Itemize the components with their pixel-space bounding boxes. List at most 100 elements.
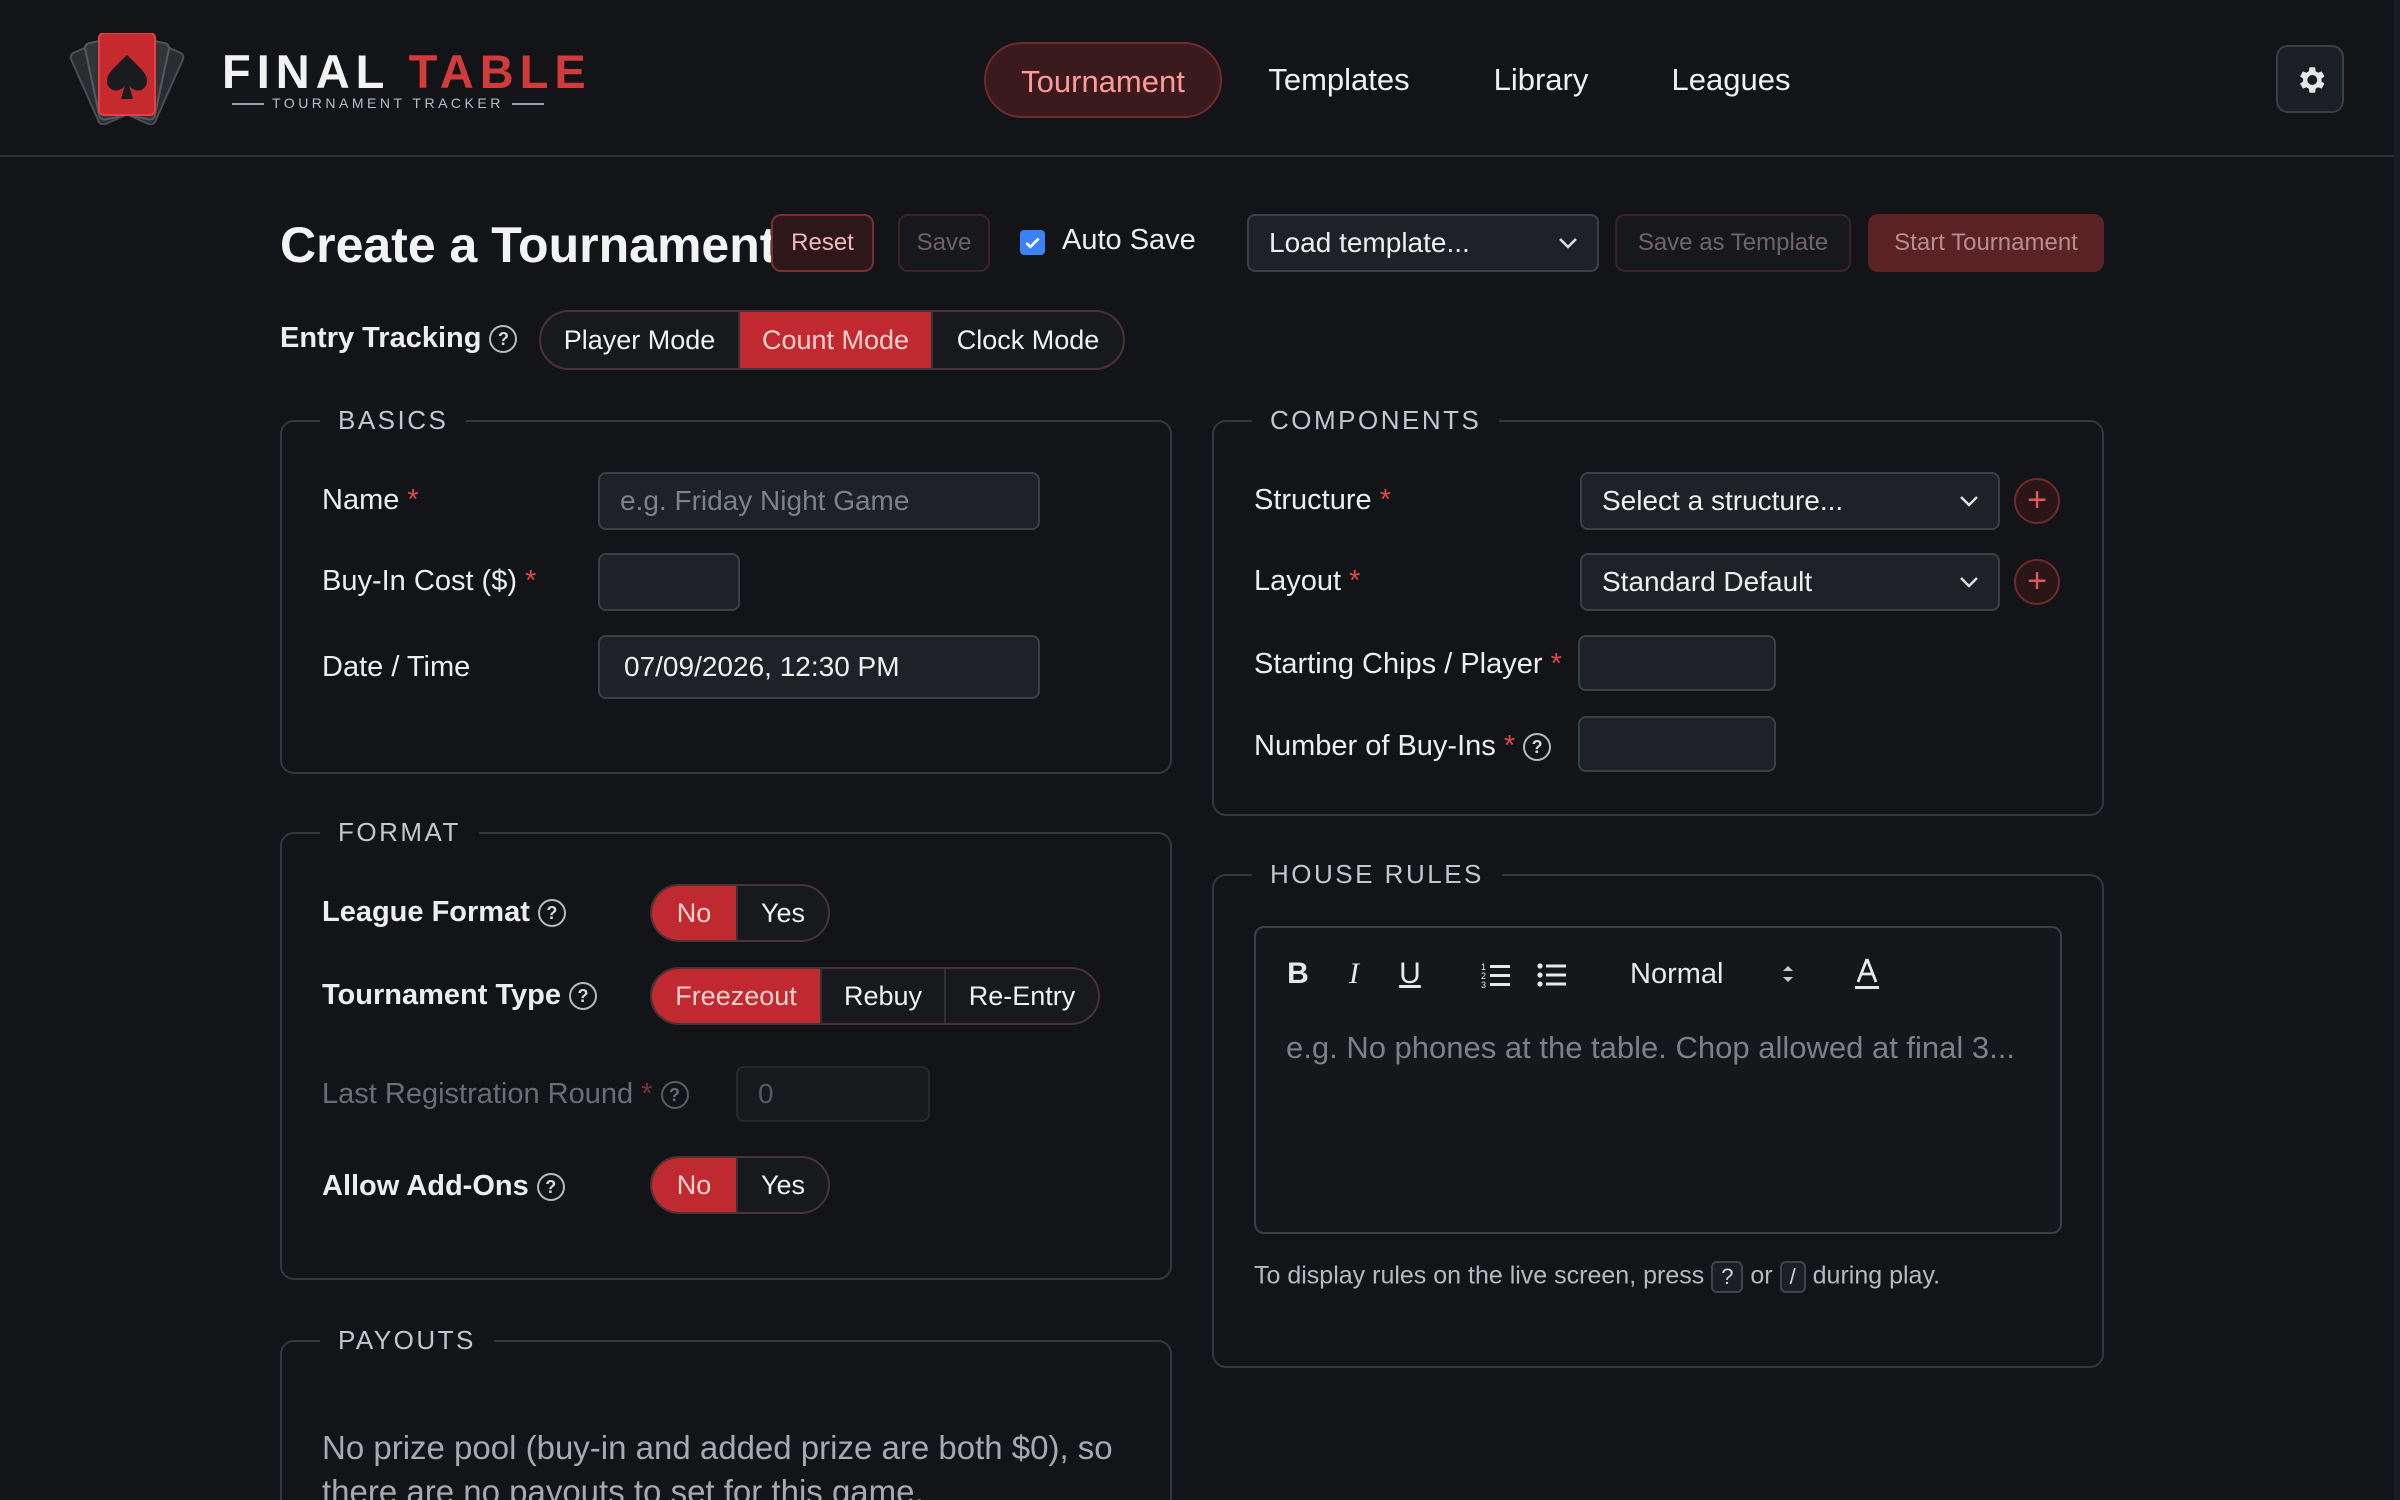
chevron-down-icon <box>1960 577 1978 588</box>
add-layout-button[interactable]: + <box>2014 559 2060 605</box>
layout-select[interactable]: Standard Default <box>1580 553 2000 611</box>
number-of-buyins-label: Number of Buy-Ins *? <box>1254 730 1552 763</box>
underline-icon[interactable]: U <box>1398 952 1422 996</box>
entry-tracking-label: Entry Tracking? <box>280 322 518 355</box>
payouts-message: No prize pool (buy-in and added prize ar… <box>322 1426 1113 1500</box>
datetime-label: Date / Time <box>322 651 471 683</box>
layout-label-text: Layout <box>1254 565 1342 597</box>
number-of-buyins-input[interactable] <box>1578 716 1776 772</box>
structure-label: Structure * <box>1254 484 1392 516</box>
help-icon[interactable]: ? <box>537 899 566 928</box>
load-template-select[interactable]: Load template... <box>1247 214 1599 272</box>
allow-addons-no[interactable]: No <box>652 1158 736 1212</box>
reset-button[interactable]: Reset <box>771 214 874 272</box>
starting-chips-label-text: Starting Chips / Player <box>1254 648 1543 680</box>
save-button[interactable]: Save <box>898 214 990 272</box>
question-key-badge: ? <box>1711 1261 1744 1293</box>
bold-icon[interactable]: B <box>1286 952 1310 996</box>
allow-addons-label: Allow Add-Ons? <box>322 1170 565 1203</box>
help-icon[interactable]: ? <box>660 1081 689 1110</box>
gear-icon <box>2300 67 2325 93</box>
entry-tracking-text: Entry Tracking <box>280 322 482 354</box>
brand-subtitle-text: TOURNAMENT TRACKER <box>272 95 504 111</box>
entry-mode-player[interactable]: Player Mode <box>541 312 738 368</box>
nav-tab-tournament[interactable]: Tournament <box>984 42 1222 118</box>
entry-tracking-segmented-control: Player Mode Count Mode Clock Mode <box>539 310 1125 370</box>
name-input[interactable]: e.g. Friday Night Game <box>598 472 1040 530</box>
format-legend: FORMAT <box>320 817 479 847</box>
up-down-chevron-icon <box>1783 966 1793 982</box>
ordered-list-icon[interactable]: 1 2 3 <box>1480 960 1512 990</box>
house-rules-legend: HOUSE RULES <box>1252 859 1502 889</box>
svg-text:3: 3 <box>1481 980 1486 990</box>
chevron-down-icon <box>1559 238 1577 249</box>
name-input-placeholder: e.g. Friday Night Game <box>620 485 910 516</box>
chevron-down-icon <box>1960 496 1978 507</box>
buyin-input[interactable] <box>598 553 740 611</box>
slash-key-badge: / <box>1779 1261 1806 1293</box>
hint-text-after: during play. <box>1812 1261 1941 1290</box>
datetime-input[interactable]: 07/09/2026, 12:30 PM <box>598 635 1040 699</box>
top-navigation-bar: FINAL TABLE TOURNAMENT TRACKER Tournamen… <box>0 0 2394 157</box>
type-reentry[interactable]: Re-Entry <box>944 969 1098 1023</box>
brand-subtitle: TOURNAMENT TRACKER <box>224 94 552 112</box>
brand-wordmark: FINAL TABLE <box>222 46 592 98</box>
tournament-type-label: Tournament Type? <box>322 979 597 1012</box>
brand-word-table: TABLE <box>408 45 592 98</box>
last-registration-round-placeholder: 0 <box>758 1078 774 1109</box>
load-template-value: Load template... <box>1269 227 1470 258</box>
league-format-yes[interactable]: Yes <box>736 886 828 940</box>
text-color-icon[interactable] <box>1852 956 1882 992</box>
autosave-checkbox[interactable] <box>1020 230 1045 255</box>
entry-mode-clock[interactable]: Clock Mode <box>931 312 1123 368</box>
add-structure-button[interactable]: + <box>2014 478 2060 524</box>
name-label-text: Name <box>322 484 400 516</box>
buyin-label: Buy-In Cost ($) * <box>322 565 537 597</box>
checkmark-icon <box>1025 237 1040 249</box>
number-of-buyins-label-text: Number of Buy-Ins <box>1254 730 1496 762</box>
payouts-legend: PAYOUTS <box>320 1325 494 1355</box>
text-style-value: Normal <box>1630 958 1724 990</box>
components-legend: COMPONENTS <box>1252 405 1500 435</box>
allow-addons-label-text: Allow Add-Ons <box>322 1170 529 1202</box>
bullet-list-icon[interactable] <box>1536 960 1568 990</box>
structure-select[interactable]: Select a structure... <box>1580 472 2000 530</box>
buyin-label-text: Buy-In Cost ($) <box>322 565 517 597</box>
structure-select-value: Select a structure... <box>1602 485 1844 516</box>
scrollbar-track[interactable] <box>2394 0 2400 1500</box>
league-format-label: League Format? <box>322 896 566 929</box>
help-icon[interactable]: ? <box>536 1173 565 1202</box>
type-freezeout[interactable]: Freezeout <box>652 969 820 1023</box>
entry-mode-count[interactable]: Count Mode <box>738 312 931 368</box>
league-format-label-text: League Format <box>322 896 530 928</box>
basics-legend: BASICS <box>320 405 467 435</box>
nav-tab-leagues[interactable]: Leagues <box>1650 42 1812 118</box>
help-icon[interactable]: ? <box>1523 733 1552 762</box>
brand-word-final: FINAL <box>222 45 390 98</box>
allow-addons-toggle: No Yes <box>650 1156 830 1214</box>
payouts-message-line2: there are no payouts to set for this gam… <box>322 1473 924 1500</box>
last-registration-round-input[interactable]: 0 <box>736 1066 930 1122</box>
help-icon[interactable]: ? <box>569 982 597 1011</box>
league-format-toggle: No Yes <box>650 884 830 942</box>
house-rules-editor[interactable]: B I U 1 2 3 Normal e.g. No phones at the… <box>1254 926 2062 1234</box>
house-rules-hint: To display rules on the live screen, pre… <box>1254 1261 1940 1293</box>
settings-button[interactable] <box>2276 45 2344 113</box>
layout-label: Layout * <box>1254 565 1361 597</box>
last-registration-round-label: Last Registration Round *? <box>322 1078 689 1111</box>
save-as-template-button[interactable]: Save as Template <box>1615 214 1851 272</box>
text-style-select[interactable]: Normal <box>1630 952 1723 996</box>
allow-addons-yes[interactable]: Yes <box>736 1158 828 1212</box>
start-tournament-button[interactable]: Start Tournament <box>1868 214 2104 272</box>
nav-tab-templates[interactable]: Templates <box>1244 42 1434 118</box>
help-icon[interactable]: ? <box>489 325 518 354</box>
hint-text-before: To display rules on the live screen, pre… <box>1254 1261 1705 1290</box>
nav-tab-library[interactable]: Library <box>1468 42 1614 118</box>
house-rules-placeholder: e.g. No phones at the table. Chop allowe… <box>1286 1030 2015 1065</box>
type-rebuy[interactable]: Rebuy <box>820 969 944 1023</box>
starting-chips-input[interactable] <box>1578 635 1776 691</box>
hint-text-or: or <box>1750 1261 1773 1290</box>
layout-select-value: Standard Default <box>1602 566 1813 597</box>
italic-icon[interactable]: I <box>1344 952 1364 996</box>
league-format-no[interactable]: No <box>652 886 736 940</box>
